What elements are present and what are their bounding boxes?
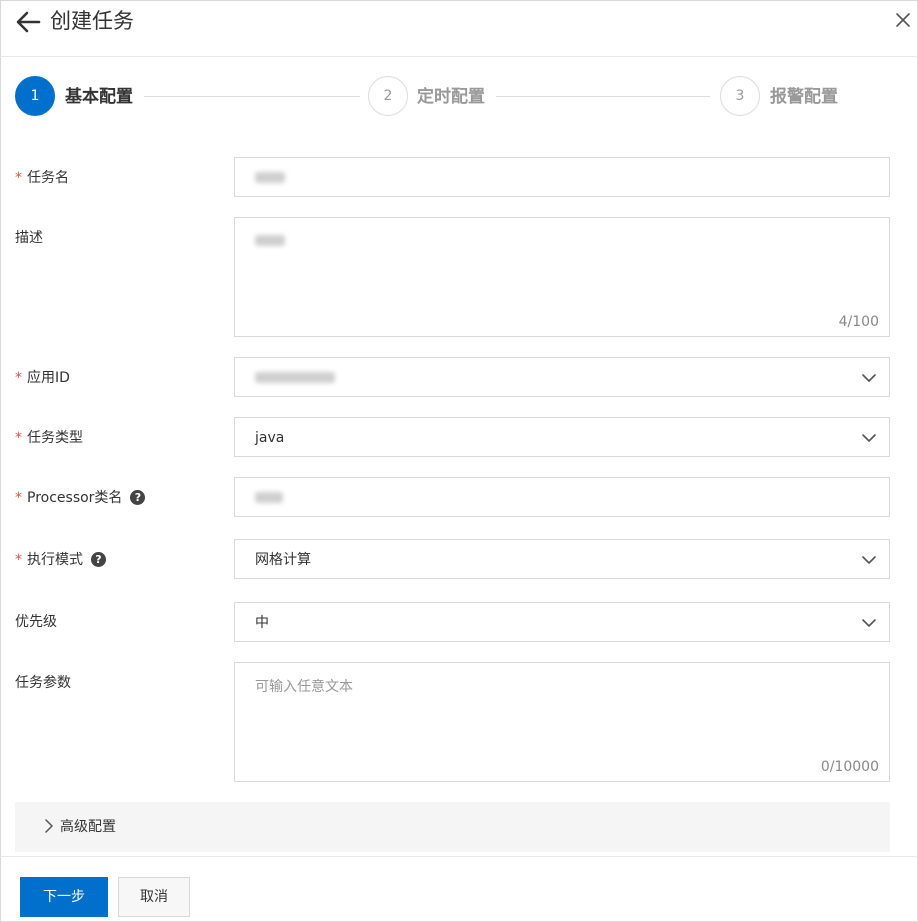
priority-label: 优先级 bbox=[15, 614, 57, 630]
redacted-value bbox=[255, 172, 285, 183]
params-placeholder: 可输入任意文本 bbox=[255, 679, 353, 695]
task-type-value: java bbox=[255, 430, 285, 446]
exec-mode-select[interactable]: 网格计算 bbox=[234, 539, 890, 579]
task-name-label: * 任务名 bbox=[15, 170, 69, 186]
required-marker: * bbox=[15, 552, 22, 568]
page-title: 创建任务 bbox=[50, 9, 134, 33]
footer-divider bbox=[0, 856, 918, 857]
step-indicator: 1 基本配置 2 定时配置 3 报警配置 bbox=[0, 76, 918, 120]
help-icon[interactable]: ? bbox=[130, 489, 146, 505]
advanced-config-label: 高级配置 bbox=[60, 819, 116, 835]
cancel-button[interactable]: 取消 bbox=[118, 877, 190, 917]
advanced-config-toggle[interactable]: 高级配置 bbox=[15, 802, 890, 852]
app-id-select[interactable] bbox=[234, 357, 890, 397]
chevron-down-icon bbox=[862, 619, 876, 627]
description-counter: 4/100 bbox=[838, 314, 879, 330]
chevron-down-icon bbox=[862, 434, 876, 442]
params-textarea[interactable]: 可输入任意文本 0/10000 bbox=[234, 662, 890, 782]
params-counter: 0/10000 bbox=[820, 759, 879, 775]
required-marker: * bbox=[15, 370, 22, 386]
priority-select[interactable]: 中 bbox=[234, 602, 890, 642]
step-2-circle: 2 bbox=[368, 76, 408, 116]
dialog-frame bbox=[0, 0, 918, 922]
help-icon[interactable]: ? bbox=[91, 551, 106, 567]
task-type-label: * 任务类型 bbox=[15, 430, 83, 446]
required-marker: * bbox=[15, 490, 22, 506]
processor-input[interactable] bbox=[234, 477, 890, 517]
description-label: 描述 bbox=[15, 230, 43, 246]
step-connector bbox=[496, 96, 710, 97]
step-connector bbox=[144, 96, 360, 97]
next-button[interactable]: 下一步 bbox=[20, 877, 108, 917]
params-label: 任务参数 bbox=[15, 675, 71, 691]
dialog-header: 创建任务 bbox=[0, 0, 918, 57]
redacted-value bbox=[255, 492, 283, 503]
chevron-down-icon bbox=[862, 556, 876, 564]
priority-value: 中 bbox=[255, 615, 269, 631]
task-type-select[interactable]: java bbox=[234, 417, 890, 457]
arrow-left-icon[interactable] bbox=[14, 8, 42, 36]
step-1-label: 基本配置 bbox=[65, 87, 133, 107]
required-marker: * bbox=[15, 430, 22, 446]
description-textarea[interactable]: 4/100 bbox=[234, 217, 890, 337]
step-3-circle: 3 bbox=[720, 76, 760, 116]
redacted-value bbox=[255, 372, 335, 383]
step-1-circle: 1 bbox=[15, 76, 55, 116]
step-2-label: 定时配置 bbox=[417, 87, 485, 107]
required-marker: * bbox=[15, 170, 22, 186]
app-id-label: * 应用ID bbox=[15, 370, 70, 386]
redacted-value bbox=[255, 235, 285, 246]
exec-mode-label: * 执行模式? bbox=[15, 550, 106, 570]
processor-label: * Processor类名? bbox=[15, 488, 146, 508]
task-name-input[interactable] bbox=[234, 157, 890, 197]
exec-mode-value: 网格计算 bbox=[255, 552, 311, 568]
chevron-down-icon bbox=[862, 374, 876, 382]
close-icon[interactable] bbox=[893, 10, 913, 30]
chevron-right-icon bbox=[45, 819, 53, 833]
step-3-label: 报警配置 bbox=[770, 87, 838, 107]
